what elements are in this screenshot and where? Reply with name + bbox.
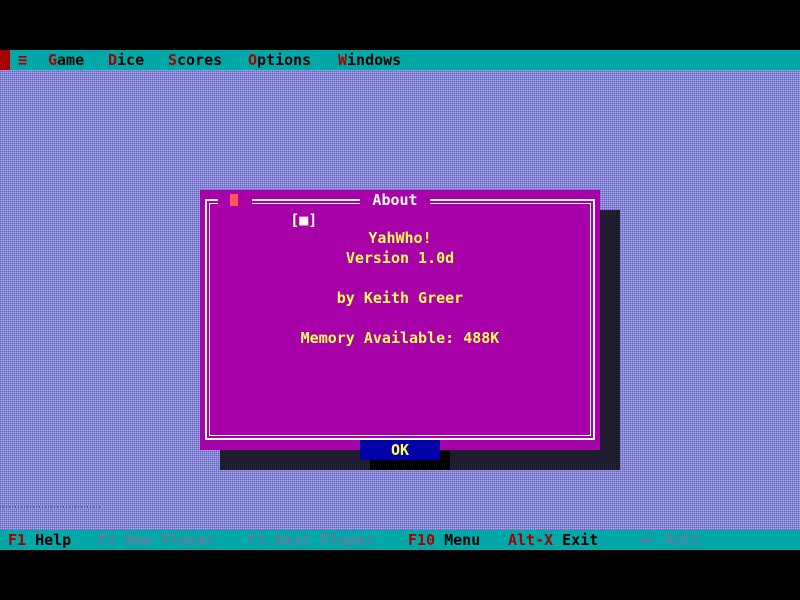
menu-bar: ≡ Game Dice Scores Options Windows [0,50,800,70]
desktop-dots [0,506,100,508]
system-marker [0,50,10,70]
status-new-player[interactable]: F2 New Player [98,530,215,550]
close-icon: [■] [290,211,318,229]
app-name: YahWho! [368,229,432,247]
dos-screen: ≡ Game Dice Scores Options Windows [■] A… [0,50,800,550]
ok-button[interactable]: OK [360,440,440,460]
about-dialog: [■] About YahWho! Version 1.0d by Keith … [200,190,600,470]
status-bar: F1 Help F2 New Player F3 Next Player F10… [0,530,800,550]
dialog-title: About [360,190,430,210]
desktop-background: [■] About YahWho! Version 1.0d by Keith … [0,70,800,530]
menu-game[interactable]: Game [48,50,84,70]
app-author: by Keith Greer [336,289,464,307]
menu-windows[interactable]: Windows [338,50,401,70]
status-help[interactable]: F1 Help [8,530,71,550]
close-icon-mark [230,194,238,206]
menu-dice[interactable]: Dice [108,50,144,70]
memory-available: Memory Available: 488K [300,329,500,347]
status-menu[interactable]: F10 Menu [408,530,480,550]
app-version: Version 1.0d [345,249,455,267]
close-button[interactable]: [■] [218,190,317,229]
menu-options[interactable]: Options [248,50,311,70]
status-exit[interactable]: Alt-X Exit [508,530,598,550]
status-roll[interactable]: ◄┘ Roll [638,530,701,550]
menu-scores[interactable]: Scores [168,50,222,70]
system-menu-icon[interactable]: ≡ [18,50,27,70]
status-next-player[interactable]: F3 Next Player [248,530,374,550]
enter-key-icon: ◄┘ [638,531,657,549]
